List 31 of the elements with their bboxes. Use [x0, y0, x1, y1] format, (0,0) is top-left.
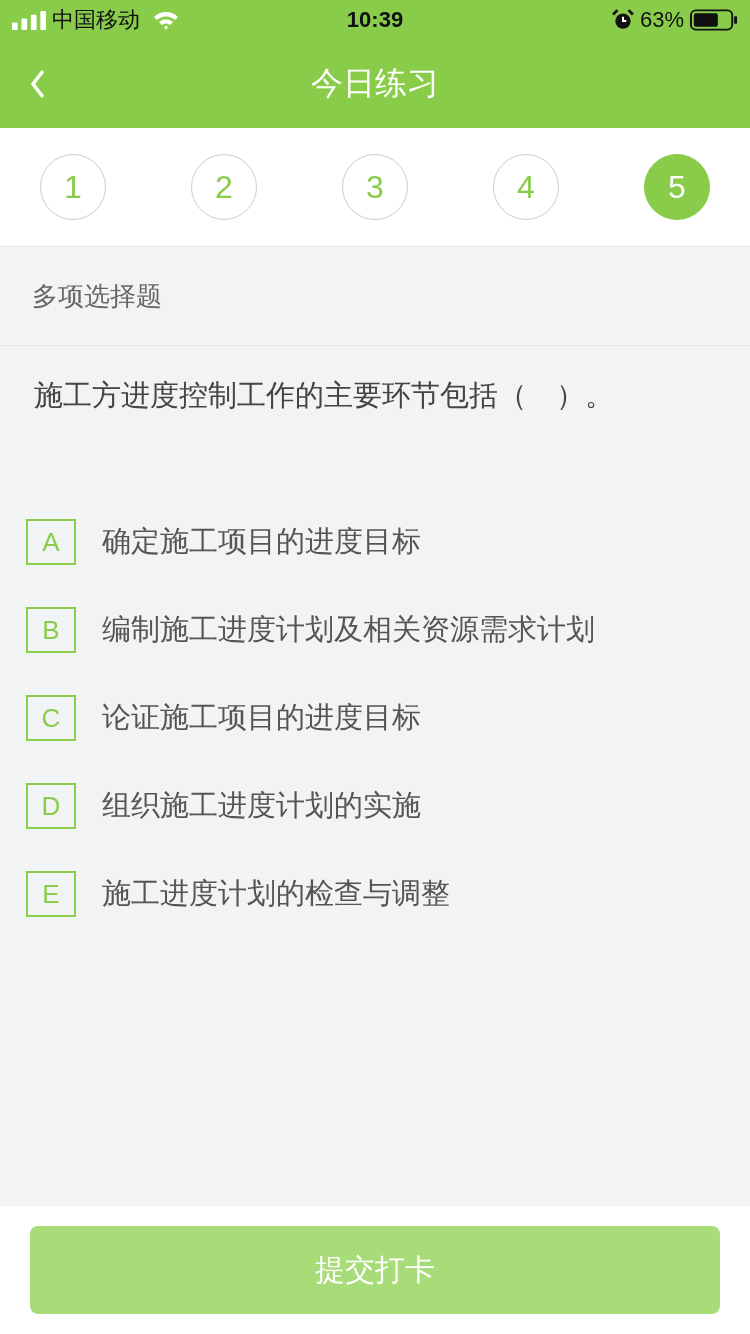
- step-circle[interactable]: 5: [644, 154, 710, 220]
- option-text: 组织施工进度计划的实施: [102, 787, 421, 824]
- page-title: 今日练习: [311, 63, 439, 104]
- option-letter: A: [26, 519, 76, 565]
- step-circle[interactable]: 3: [342, 154, 408, 220]
- option-item[interactable]: A 确定施工项目的进度目标: [26, 498, 724, 586]
- option-letter: D: [26, 783, 76, 829]
- signal-icon: [12, 10, 46, 30]
- question-type: 多项选择题: [32, 279, 162, 313]
- option-letter: B: [26, 607, 76, 653]
- battery-icon: [690, 9, 738, 31]
- alarm-icon: [611, 9, 634, 31]
- option-item[interactable]: C 论证施工项目的进度目标: [26, 674, 724, 762]
- option-text: 论证施工项目的进度目标: [102, 699, 421, 736]
- option-text: 编制施工进度计划及相关资源需求计划: [102, 611, 595, 648]
- back-icon[interactable]: [30, 69, 46, 99]
- option-item[interactable]: D 组织施工进度计划的实施: [26, 762, 724, 850]
- question-text: 施工方进度控制工作的主要环节包括（ ）。: [34, 378, 614, 412]
- step-circle[interactable]: 2: [191, 154, 257, 220]
- option-item[interactable]: B 编制施工进度计划及相关资源需求计划: [26, 586, 724, 674]
- option-item[interactable]: E 施工进度计划的检查与调整: [26, 850, 724, 938]
- option-text: 确定施工项目的进度目标: [102, 523, 421, 560]
- battery-percent: 63%: [639, 7, 684, 33]
- status-time: 10:39: [346, 7, 404, 33]
- wifi-icon: [152, 10, 180, 30]
- carrier-name: 中国移动: [52, 6, 140, 34]
- step-circle[interactable]: 4: [493, 154, 559, 220]
- option-letter: E: [26, 871, 76, 917]
- step-circle[interactable]: 1: [40, 154, 106, 220]
- option-text: 施工进度计划的检查与调整: [102, 875, 450, 912]
- option-letter: C: [26, 695, 76, 741]
